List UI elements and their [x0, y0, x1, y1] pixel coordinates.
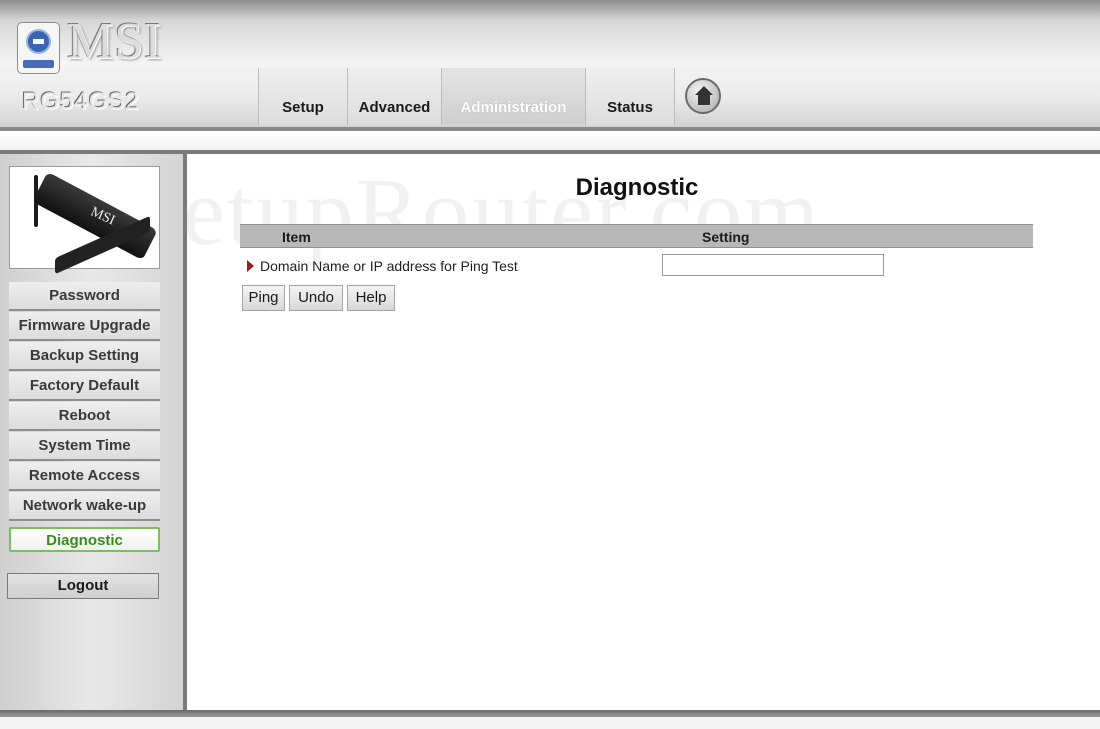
tab-setup[interactable]: Setup — [258, 68, 347, 125]
sidebar-item-backup-setting[interactable]: Backup Setting — [9, 342, 160, 371]
undo-button[interactable]: Undo — [289, 285, 343, 311]
header-bar: MSI RG54GS2 Setup Advanced Administratio… — [0, 0, 1100, 127]
sidebar: MSI Password Firmware Upgrade Backup Set… — [0, 154, 183, 710]
header-separator — [0, 131, 1100, 150]
sidebar-item-remote-access[interactable]: Remote Access — [9, 462, 160, 491]
table-header: Item Setting — [240, 224, 1033, 248]
logout-button[interactable]: Logout — [7, 573, 159, 599]
main-content: SetupRouter.com Diagnostic Item Setting … — [187, 154, 1100, 710]
home-icon[interactable] — [685, 78, 721, 114]
sidebar-item-firmware-upgrade[interactable]: Firmware Upgrade — [9, 312, 160, 341]
sidebar-item-password[interactable]: Password — [9, 282, 160, 311]
badge-emblem-icon — [26, 29, 51, 54]
ping-target-label: Domain Name or IP address for Ping Test — [260, 258, 518, 274]
sidebar-item-diagnostic[interactable]: Diagnostic — [9, 527, 160, 552]
row-arrow-icon — [247, 260, 254, 272]
brand-logo: MSI — [67, 13, 163, 70]
column-header-item: Item — [282, 229, 311, 245]
footer-strip — [0, 717, 1100, 729]
watermark-text: SetupRouter.com — [187, 158, 821, 265]
sidebar-item-network-wake-up[interactable]: Network wake-up — [9, 492, 160, 521]
msi-badge-logo — [17, 22, 60, 74]
help-button[interactable]: Help — [347, 285, 395, 311]
column-header-setting: Setting — [702, 229, 750, 245]
sidebar-item-factory-default[interactable]: Factory Default — [9, 372, 160, 401]
tab-advanced[interactable]: Advanced — [347, 68, 441, 125]
model-name: RG54GS2 — [22, 88, 140, 115]
tab-status[interactable]: Status — [585, 68, 675, 125]
router-image: MSI — [9, 166, 160, 275]
content-bottom-frame — [0, 710, 1100, 717]
tab-administration[interactable]: Administration — [441, 68, 585, 125]
page-title: Diagnostic — [575, 174, 699, 201]
badge-strip-icon — [23, 60, 54, 68]
sidebar-item-reboot[interactable]: Reboot — [9, 402, 160, 431]
ping-button[interactable]: Ping — [242, 285, 285, 311]
ping-target-input[interactable] — [662, 254, 884, 276]
sidebar-item-system-time[interactable]: System Time — [9, 432, 160, 461]
